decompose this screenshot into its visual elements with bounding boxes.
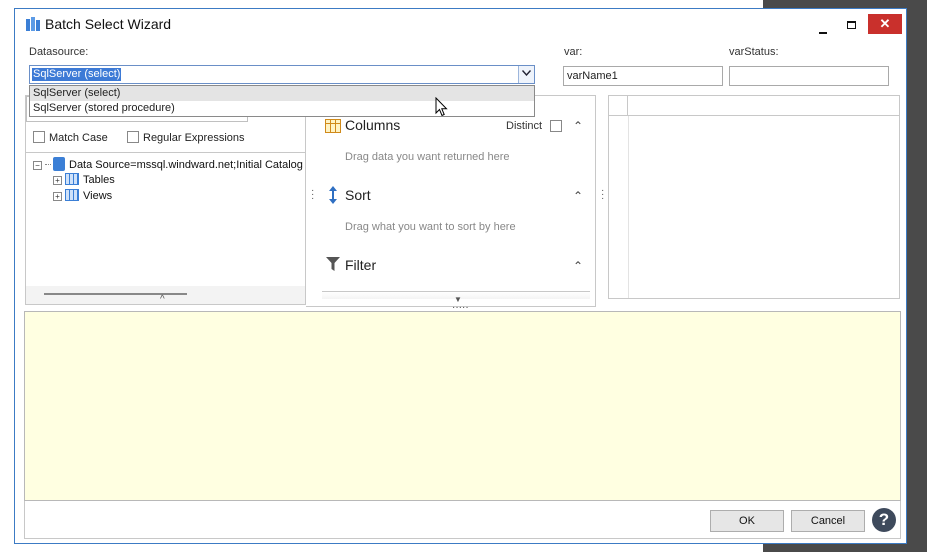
cancel-button[interactable]: Cancel — [791, 510, 865, 532]
grid-row-header-line — [628, 116, 629, 298]
database-icon — [53, 157, 65, 171]
help-icon[interactable]: ? — [872, 508, 896, 532]
minimize-button[interactable] — [811, 14, 835, 34]
database-app-icon — [26, 17, 40, 31]
regex-option[interactable]: Regular Expressions — [127, 131, 245, 144]
mouse-cursor-icon — [435, 97, 448, 117]
view-icon — [65, 189, 79, 201]
splitter-grip-icon[interactable]: · · · — [311, 186, 315, 204]
distinct-label: Distinct — [506, 120, 543, 132]
tree-node-tables[interactable]: + Tables — [53, 173, 115, 186]
regex-checkbox[interactable] — [127, 131, 139, 143]
sort-icon — [329, 186, 337, 204]
match-case-option[interactable]: Match Case — [33, 131, 108, 144]
wizard-client-area: Datasource: var: varStatus: SqlServer (s… — [24, 39, 901, 539]
datasource-label: Datasource: — [29, 46, 89, 58]
columns-drop-hint: Drag data you want returned here — [345, 151, 510, 163]
datasource-combobox[interactable]: SqlServer (select) — [29, 65, 535, 84]
filter-icon — [326, 257, 340, 271]
datasource-tree-pane: Match Case Regular Expressions − Data Sou… — [25, 95, 306, 305]
var-label: var: — [564, 46, 583, 58]
maximize-icon — [846, 21, 856, 29]
sort-collapse-caret-icon[interactable]: ⌃ — [573, 189, 583, 203]
dropdown-option-select[interactable]: SqlServer (select) — [30, 86, 534, 101]
results-grid — [608, 95, 900, 299]
maximize-button[interactable] — [839, 14, 863, 34]
title-bar: Batch Select Wizard ✕ — [15, 9, 906, 39]
tree-node-views[interactable]: + Views — [53, 189, 112, 202]
columns-collapse-caret-icon[interactable]: ⌃ — [573, 119, 583, 133]
tree-node-label: Tables — [83, 174, 115, 186]
sql-text-area[interactable] — [24, 311, 901, 501]
grid-corner-cell[interactable] — [609, 96, 628, 116]
distinct-checkbox[interactable] — [550, 120, 562, 132]
tree-root-label: Data Source=mssql.windward.net;Initial C… — [69, 159, 303, 171]
expand-icon[interactable]: + — [53, 176, 62, 185]
tree-root-node[interactable]: − Data Source=mssql.windward.net;Initial … — [33, 157, 303, 171]
table-icon — [65, 173, 79, 185]
dropdown-option-stored-procedure[interactable]: SqlServer (stored procedure) — [30, 101, 534, 116]
varstatus-label: varStatus: — [729, 46, 779, 58]
datasource-selected-value: SqlServer (select) — [32, 68, 122, 81]
scrollbar-thumb[interactable] — [44, 293, 187, 295]
chevron-down-icon[interactable] — [518, 66, 534, 83]
collapse-icon[interactable]: − — [33, 161, 42, 170]
regex-label: Regular Expressions — [143, 132, 245, 144]
sort-title: Sort — [345, 187, 371, 203]
horizontal-scrollbar[interactable] — [26, 286, 305, 304]
match-case-label: Match Case — [49, 132, 108, 144]
tree-connector — [45, 164, 51, 165]
batch-select-wizard-window: Batch Select Wizard ✕ Datasource: var: v… — [14, 8, 907, 544]
minimize-icon — [819, 32, 827, 34]
filter-collapse-caret-icon[interactable]: ⌃ — [573, 259, 583, 273]
sort-drop-hint: Drag what you want to sort by here — [345, 221, 516, 233]
match-case-checkbox[interactable] — [33, 131, 45, 143]
filter-title: Filter — [345, 257, 377, 273]
tree-node-label: Views — [83, 190, 113, 202]
datasource-tree: − Data Source=mssql.windward.net;Initial … — [26, 152, 305, 270]
columns-icon — [325, 119, 341, 133]
ok-button[interactable]: OK — [710, 510, 784, 532]
expand-icon[interactable]: + — [53, 192, 62, 201]
datasource-dropdown-list: SqlServer (select) SqlServer (stored pro… — [29, 85, 535, 117]
var-input[interactable]: varName1 — [563, 66, 723, 86]
grid-header — [609, 96, 899, 116]
button-bar: OK Cancel ? — [24, 501, 901, 539]
columns-title: Columns — [345, 117, 401, 133]
varstatus-input[interactable] — [729, 66, 889, 86]
close-button[interactable]: ✕ — [868, 14, 902, 34]
window-title: Batch Select Wizard — [45, 16, 172, 32]
collapse-caret-icon[interactable]: ^ — [160, 294, 165, 305]
splitter-grip-icon[interactable]: · · · — [601, 186, 605, 204]
